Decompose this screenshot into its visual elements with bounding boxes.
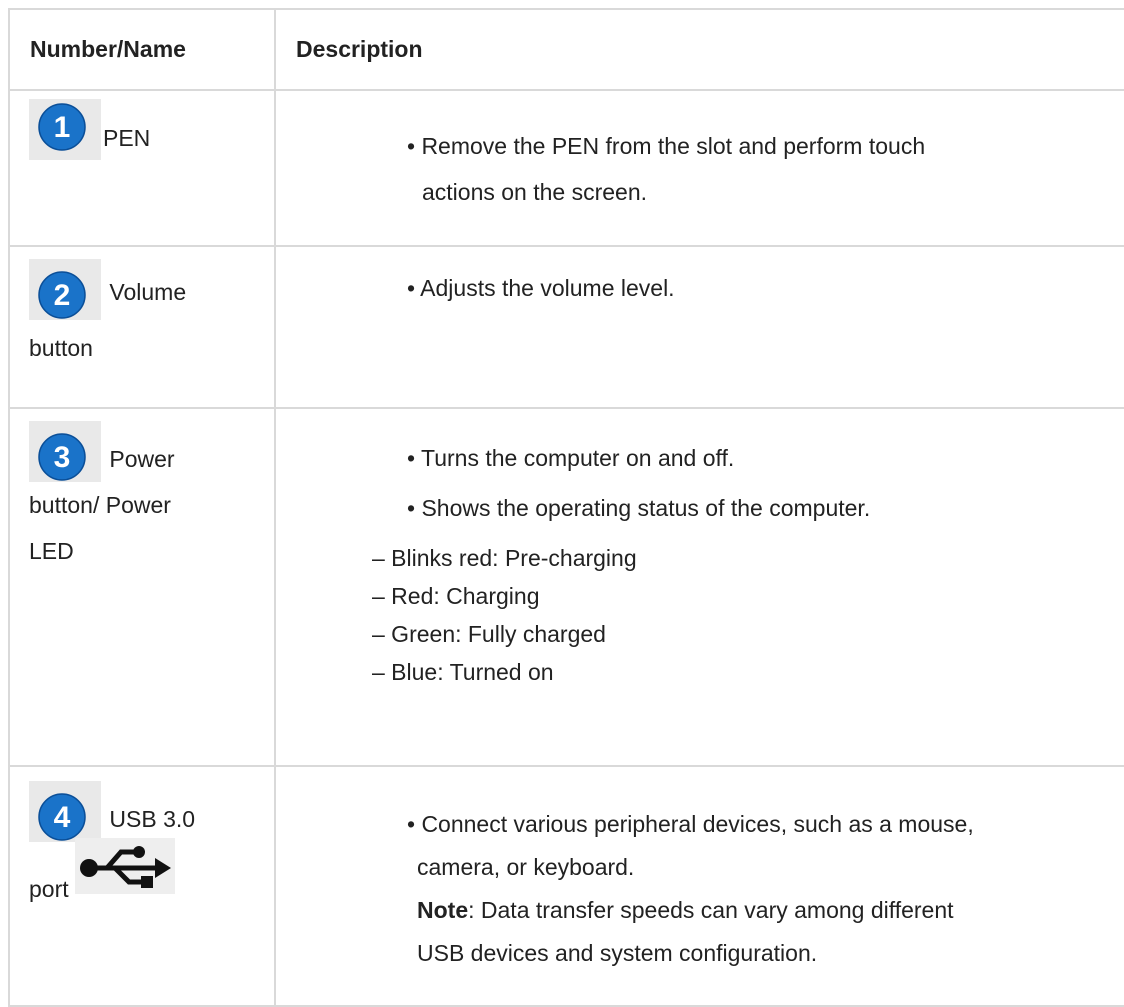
name-cell: 2 Volume button (8, 245, 276, 409)
name-cell: 4 USB 3.0 port (8, 765, 276, 1007)
desc-line: camera, or keyboard. (417, 854, 635, 880)
badge-number: 2 (54, 279, 71, 312)
badge-number: 4 (54, 801, 71, 834)
header-description: Description (274, 8, 1124, 91)
desc-line: • Adjusts the volume level. (407, 275, 675, 301)
name-cell: 1 PEN (8, 89, 276, 247)
number-3-icon: 3 (29, 421, 101, 482)
desc-line: • Remove the PEN from the slot and perfo… (407, 133, 926, 159)
name-cell: 3 Power button/ Power LED (8, 407, 276, 767)
status-line: – Green: Fully charged (372, 621, 606, 647)
number-2-icon: 2 (29, 259, 101, 320)
header-number-name: Number/Name (8, 8, 276, 91)
header-row: Number/Name Description (8, 8, 1124, 91)
note-line: Note: Data transfer speeds can vary amon… (277, 891, 1124, 929)
number-1-icon: 1 (29, 99, 101, 160)
status-line: – Blinks red: Pre-charging (372, 545, 637, 571)
usb-icon (74, 838, 175, 894)
item-name: LED (29, 538, 74, 564)
number-4-icon: 4 (29, 781, 101, 842)
table-row: 3 Power button/ Power LED • Turns the co… (8, 407, 1124, 767)
desc-line: • Turns the computer on and off. (407, 445, 735, 471)
note-text: : Data transfer speeds can vary among di… (468, 897, 954, 923)
spec-table: Number/Name Description 1 PEN • Remove t… (8, 8, 1124, 1007)
item-name: USB 3.0 (109, 806, 196, 832)
badge-number: 3 (54, 441, 71, 474)
description-cell: • Adjusts the volume level. (274, 245, 1124, 409)
desc-line: • Connect various peripheral devices, su… (407, 811, 974, 837)
status-line: – Red: Charging (372, 583, 540, 609)
item-name: Power (109, 446, 175, 472)
description-cell: • Turns the computer on and off. • Shows… (274, 407, 1124, 767)
note-line: USB devices and system configuration. (417, 940, 818, 966)
status-line: – Blue: Turned on (372, 659, 554, 685)
desc-line: • Shows the operating status of the comp… (407, 495, 871, 521)
item-name: button (29, 335, 93, 361)
table-row: 4 USB 3.0 port • Connect various periphe… (8, 765, 1124, 1007)
item-name: PEN (103, 125, 151, 151)
table-row: 2 Volume button • Adjusts the volume lev… (8, 245, 1124, 409)
item-name: port (29, 876, 69, 902)
desc-line: actions on the screen. (422, 179, 648, 205)
badge-number: 1 (54, 111, 71, 144)
item-name: button/ Power (29, 492, 171, 518)
note-label: Note (417, 897, 469, 923)
table-row: 1 PEN • Remove the PEN from the slot and… (8, 89, 1124, 247)
description-cell: • Connect various peripheral devices, su… (274, 765, 1124, 1007)
item-name: Volume (109, 279, 187, 305)
description-cell: • Remove the PEN from the slot and perfo… (274, 89, 1124, 247)
